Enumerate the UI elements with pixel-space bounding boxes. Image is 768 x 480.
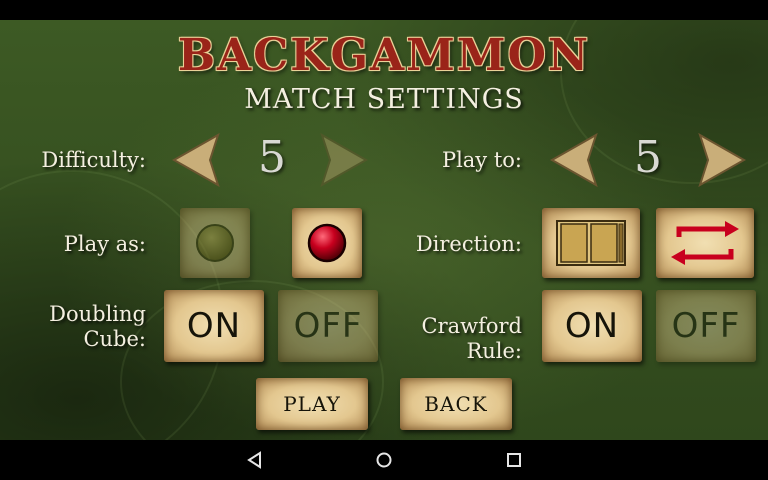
arrow-right-icon [320,132,369,188]
back-button[interactable]: BACK [400,378,512,430]
play-as-label: Play as: [63,232,146,256]
play-to-decrease-button[interactable] [548,131,598,189]
navigation-bar [0,440,768,480]
crawford-rule-off-button[interactable]: OFF [656,290,756,362]
nav-back-button[interactable] [245,450,265,470]
difficulty-label: Difficulty: [41,148,146,172]
triangle-back-icon [247,451,261,469]
play-as-yellow-option[interactable] [180,208,250,278]
direction-label: Direction: [415,232,522,256]
crawford-rule-on-button[interactable]: ON [542,290,642,362]
doubling-cube-label-line2: Cube: [83,327,146,351]
crawford-rule-off-text: OFF [671,306,741,346]
crawford-rule-on-text: ON [564,306,620,346]
board-icon [556,220,626,266]
play-as-red-option[interactable] [292,208,362,278]
play-button[interactable]: PLAY [256,378,368,430]
difficulty-decrease-button[interactable] [170,131,220,189]
difficulty-value: 5 [258,132,286,183]
doubling-cube-off-button[interactable]: OFF [278,290,378,362]
doubling-cube-label-line1: Doubling [49,302,146,326]
square-recents-icon [507,453,521,467]
arrow-right-icon [698,132,747,188]
swap-direction-icon [671,221,739,265]
direction-swap-option[interactable] [656,208,754,278]
crawford-rule-label: Crawford Rule: [421,314,523,363]
direction-board-option[interactable] [542,208,640,278]
page-title: MATCH SETTINGS [244,84,524,115]
back-button-label: BACK [424,392,488,416]
doubling-cube-on-button[interactable]: ON [164,290,264,362]
game-title: BACKGAMMON [177,30,591,81]
nav-recents-button[interactable] [504,450,524,470]
arrow-left-icon [171,132,220,188]
play-to-increase-button[interactable] [698,131,748,189]
yellow-checker-icon [196,224,234,262]
doubling-cube-off-text: OFF [293,306,363,346]
difficulty-increase-button[interactable] [320,131,370,189]
play-to-label: Play to: [441,148,522,172]
doubling-cube-label: Doubling Cube: [20,302,146,352]
play-button-label: PLAY [283,392,341,416]
game-screen: BACKGAMMON MATCH SETTINGS Difficulty: 5 … [0,20,768,440]
circle-home-icon [376,452,392,468]
arrow-left-icon [549,132,598,188]
status-bar [0,0,768,20]
red-checker-icon [307,223,347,263]
play-to-value: 5 [634,132,662,183]
nav-home-button[interactable] [374,450,394,470]
doubling-cube-on-text: ON [186,306,242,346]
